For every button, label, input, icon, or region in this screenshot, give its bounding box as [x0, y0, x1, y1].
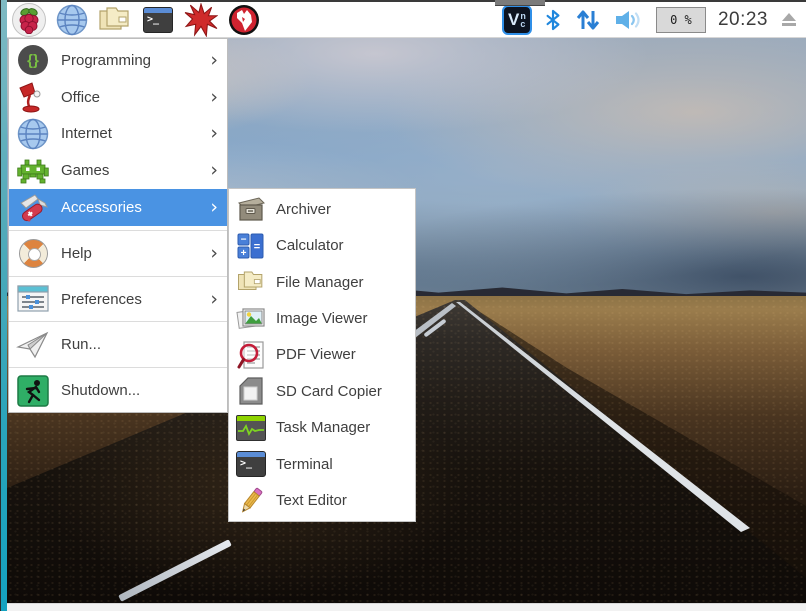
globe-icon: [56, 4, 88, 36]
submenu-arrow-icon: ›: [210, 51, 218, 70]
submenu-item-pdf-viewer[interactable]: PDF Viewer: [229, 337, 415, 373]
submenu-item-calculator[interactable]: − + = Calculator: [229, 227, 415, 263]
folders-icon: [97, 5, 133, 35]
menu-item-programming[interactable]: {} Programming ›: [9, 42, 227, 79]
speaker-icon[interactable]: [614, 8, 644, 32]
submenu-item-text-editor[interactable]: Text Editor: [229, 483, 415, 519]
spikey-icon: [184, 3, 218, 37]
clock[interactable]: 20:23: [718, 9, 768, 31]
submenu-item-archiver[interactable]: Archiver: [229, 191, 415, 227]
archive-box-icon: [236, 194, 266, 224]
lifebuoy-icon: [16, 236, 50, 270]
menu-item-office[interactable]: Office ›: [9, 79, 227, 116]
svg-text:+: +: [241, 248, 247, 259]
submenu-item-image-viewer[interactable]: Image Viewer: [229, 300, 415, 336]
browser-button[interactable]: [53, 3, 91, 37]
menu-item-run[interactable]: Run...: [9, 326, 227, 363]
system-tray: V n c 0 % 20:23: [502, 5, 806, 35]
menu-item-accessories[interactable]: Accessories ›: [9, 189, 227, 226]
terminal-icon: >_: [236, 449, 266, 479]
menu-item-shutdown[interactable]: Shutdown...: [9, 372, 227, 409]
eject-icon[interactable]: [780, 11, 798, 29]
mathematica-button[interactable]: [182, 3, 220, 37]
svg-text:−: −: [241, 234, 247, 245]
pencil-icon: [236, 486, 266, 516]
window-left-border: [0, 0, 7, 611]
menu-item-games[interactable]: Games ›: [9, 152, 227, 189]
wolfram-button[interactable]: [225, 3, 263, 37]
window-top-border: [0, 0, 806, 2]
task-monitor-icon: [236, 413, 266, 443]
folders-icon: [236, 267, 266, 297]
exit-run-icon: [16, 374, 50, 408]
submenu-arrow-icon: ›: [210, 244, 218, 263]
submenu-arrow-icon: ›: [210, 124, 218, 143]
raspberry-pi-desktop: >_ V n c: [0, 0, 806, 611]
bluetooth-icon[interactable]: [544, 8, 562, 32]
pdf-magnifier-icon: [236, 340, 266, 370]
vnc-tray-icon[interactable]: V n c: [502, 5, 532, 35]
settings-window-icon: [16, 282, 50, 316]
wolf-icon: [228, 4, 260, 36]
submenu-item-file-manager[interactable]: File Manager: [229, 264, 415, 300]
terminal-icon: >_: [143, 7, 173, 33]
file-manager-button[interactable]: [96, 3, 134, 37]
space-invader-icon: [16, 154, 50, 188]
sd-card-icon: [236, 376, 266, 406]
braces-icon: {}: [16, 43, 50, 77]
swiss-knife-icon: [16, 191, 50, 225]
menu-item-internet[interactable]: Internet ›: [9, 116, 227, 153]
taskbar: >_ V n c: [7, 2, 806, 38]
svg-text:=: =: [254, 241, 260, 253]
submenu-arrow-icon: ›: [210, 290, 218, 309]
submenu-arrow-icon: ›: [210, 198, 218, 217]
terminal-button[interactable]: >_: [139, 3, 177, 37]
accessories-submenu: Archiver − + = Calculator: [228, 188, 416, 522]
menu-separator: [9, 276, 227, 277]
submenu-item-task-manager[interactable]: Task Manager: [229, 410, 415, 446]
submenu-arrow-icon: ›: [210, 88, 218, 107]
globe-icon: [16, 117, 50, 151]
window-bottom-bar: [7, 603, 806, 611]
raspberry-icon: [12, 3, 46, 37]
menu-item-help[interactable]: Help ›: [9, 235, 227, 272]
applications-menu: {} Programming › Office ›: [8, 38, 228, 413]
cpu-usage-monitor[interactable]: 0 %: [656, 7, 706, 33]
taskbar-launchers: >_: [7, 3, 263, 37]
paper-plane-icon: [16, 328, 50, 362]
desk-lamp-icon: [16, 80, 50, 114]
menu-separator: [9, 230, 227, 231]
submenu-arrow-icon: ›: [210, 161, 218, 180]
up-down-arrows-icon[interactable]: [574, 8, 602, 32]
calculator-icon: − + =: [236, 231, 266, 261]
menu-separator: [9, 367, 227, 368]
menu-button[interactable]: [10, 3, 48, 37]
submenu-item-terminal[interactable]: >_ Terminal: [229, 446, 415, 482]
window-top-notch: [495, 0, 545, 6]
menu-item-preferences[interactable]: Preferences ›: [9, 281, 227, 318]
menu-separator: [9, 321, 227, 322]
photos-icon: [236, 304, 266, 334]
submenu-item-sd-card-copier[interactable]: SD Card Copier: [229, 373, 415, 409]
